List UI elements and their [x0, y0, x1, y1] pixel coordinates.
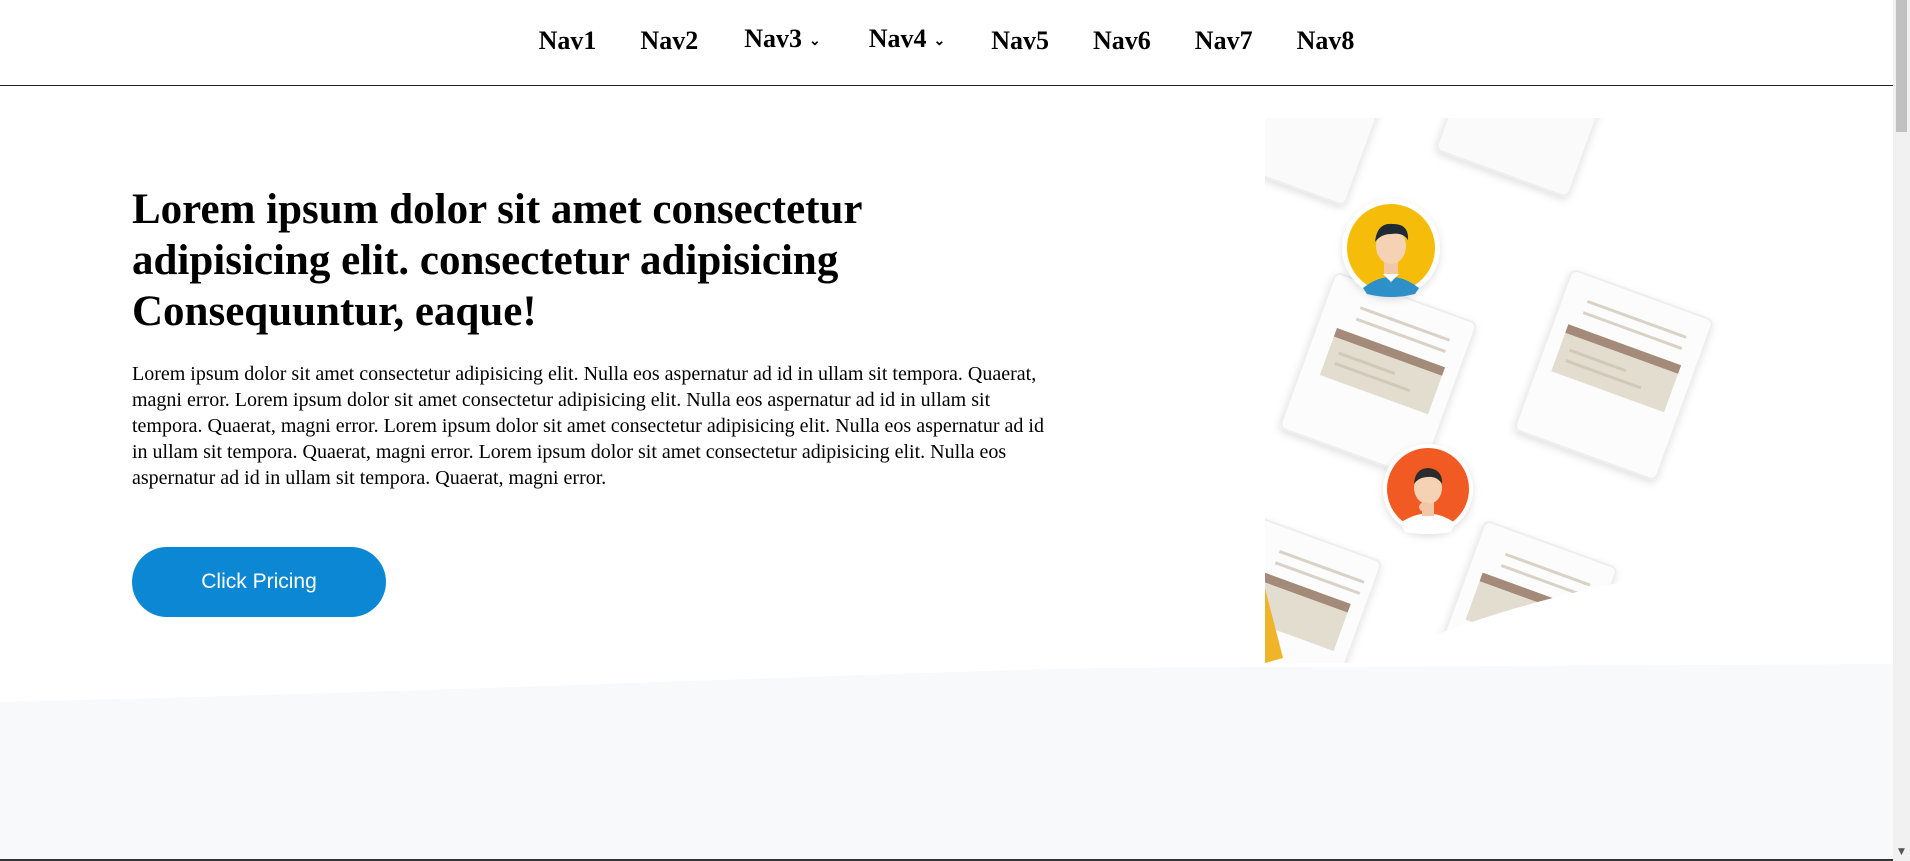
- document-card: [1431, 521, 1617, 663]
- chevron-down-icon[interactable]: ⌄: [809, 35, 821, 49]
- document-card: [1514, 270, 1713, 480]
- nav-item-label[interactable]: Nav6: [1093, 28, 1151, 54]
- hero-illustration: [1265, 118, 1713, 663]
- avatar-thinking-icon: [1383, 444, 1473, 534]
- nav-item-8[interactable]: Nav8: [1297, 28, 1355, 54]
- top-navbar: Nav1 Nav2 Nav3 ⌄ Nav4 ⌄ Nav5 Nav6 Nav7 Nav…: [0, 0, 1893, 86]
- vertical-scrollbar[interactable]: ▼: [1893, 0, 1910, 861]
- nav-item-label[interactable]: Nav5: [991, 28, 1049, 54]
- document-card: [1436, 118, 1615, 197]
- nav-item-3[interactable]: Nav3 ⌄: [744, 26, 821, 52]
- nav-item-label[interactable]: Nav4: [869, 26, 927, 52]
- lower-section-background: [0, 664, 1893, 860]
- nav-item-4[interactable]: Nav4 ⌄: [869, 26, 946, 52]
- nav-item-label[interactable]: Nav3: [744, 26, 802, 52]
- hero-description: Lorem ipsum dolor sit amet consectetur a…: [132, 363, 1044, 489]
- scrollbar-thumb[interactable]: [1896, 0, 1907, 132]
- nav-item-label[interactable]: Nav1: [539, 28, 597, 54]
- click-pricing-button[interactable]: Click Pricing: [132, 547, 386, 617]
- nav-item-7[interactable]: Nav7: [1195, 28, 1253, 54]
- avatar-male-icon: [1342, 199, 1440, 297]
- nav-item-2[interactable]: Nav2: [640, 28, 698, 54]
- page: Nav1 Nav2 Nav3 ⌄ Nav4 ⌄ Nav5 Nav6 Nav7 Nav…: [0, 0, 1910, 861]
- document-card: [1265, 118, 1395, 205]
- nav-list: Nav1 Nav2 Nav3 ⌄ Nav4 ⌄ Nav5 Nav6 Nav7 Nav…: [0, 26, 1893, 54]
- nav-item-5[interactable]: Nav5: [991, 28, 1049, 54]
- hero-title: Lorem ipsum dolor sit amet consectetur a…: [132, 186, 862, 335]
- scroll-down-arrow-icon[interactable]: ▼: [1893, 845, 1910, 859]
- nav-item-label[interactable]: Nav7: [1195, 28, 1253, 54]
- document-card: [1265, 514, 1382, 663]
- nav-item-label[interactable]: Nav2: [640, 28, 698, 54]
- chevron-down-icon[interactable]: ⌄: [934, 35, 946, 49]
- nav-item-label[interactable]: Nav8: [1297, 28, 1355, 54]
- nav-item-6[interactable]: Nav6: [1093, 28, 1151, 54]
- document-card: [1280, 272, 1477, 478]
- nav-item-1[interactable]: Nav1: [539, 28, 597, 54]
